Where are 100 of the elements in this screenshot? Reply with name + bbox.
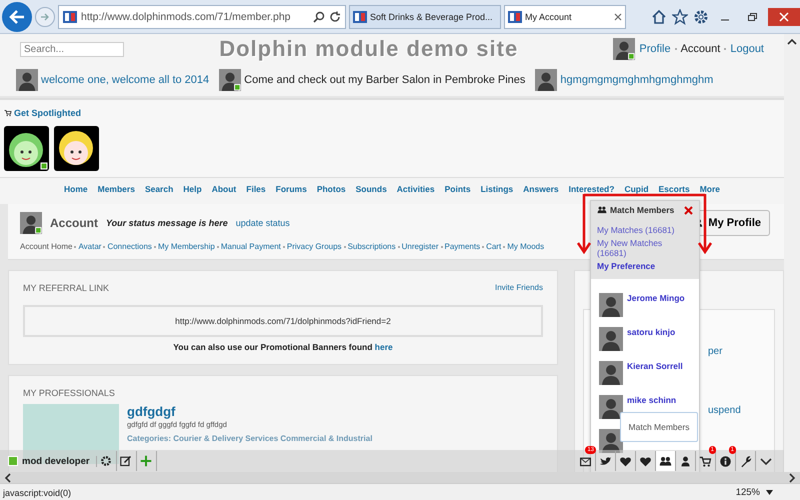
scroll-left-icon[interactable] (4, 472, 12, 482)
back-button[interactable] (2, 2, 32, 32)
header-link[interactable]: Logout (730, 43, 764, 55)
scroll-up-icon[interactable] (787, 38, 797, 46)
account-menu-link[interactable]: Account Home (20, 242, 72, 251)
nav-link[interactable]: Points (444, 184, 471, 194)
nav-link[interactable]: Members (98, 184, 135, 194)
invite-friends-link[interactable]: Invite Friends (494, 283, 543, 293)
nav-link[interactable]: Listings (480, 184, 514, 194)
get-spotlighted-link[interactable]: Get Spotlighted (4, 108, 81, 118)
update-status-link[interactable]: update status (236, 218, 290, 228)
tooltip: Match Members (620, 412, 698, 442)
star-icon[interactable] (672, 8, 688, 24)
nav-link[interactable]: Activities (396, 184, 435, 194)
nav-link[interactable]: Help (183, 184, 202, 194)
status-text: javascript:void(0) (3, 488, 72, 498)
header-link[interactable]: Profile (639, 43, 671, 55)
info-icon (719, 454, 732, 468)
browser-tab[interactable]: Soft Drinks & Beverage Prod... (349, 4, 501, 28)
professional-name[interactable]: gdfgdgf (127, 404, 372, 419)
match-link[interactable]: My Preference (597, 261, 693, 271)
nav-link[interactable]: Escorts (658, 184, 690, 194)
nav-link[interactable]: Photos (316, 184, 346, 194)
feed-post-text[interactable]: welcome one, welcome all to 2014 (41, 74, 210, 86)
heart-icon (619, 454, 632, 468)
account-menu-link[interactable]: Payments (444, 242, 480, 251)
member-name-link[interactable]: Jerome Mingo (627, 293, 685, 303)
settings-icon[interactable] (693, 8, 709, 24)
cartoon-avatar-icon[interactable] (4, 126, 49, 171)
heart-icon (639, 454, 652, 468)
nav-link[interactable]: Sounds (356, 184, 387, 194)
card-title: MY REFERRAL LINK (23, 283, 110, 293)
scroll-right-icon[interactable] (788, 472, 796, 482)
avatar-icon (599, 361, 623, 385)
account-menu-link[interactable]: Manual Payment (220, 242, 281, 251)
card-title: MY PROFESSIONALS (23, 388, 115, 398)
close-icon[interactable] (614, 12, 622, 20)
account-menu-link[interactable]: Cart (486, 242, 502, 251)
side-panel-link[interactable]: per (708, 346, 774, 357)
search-field[interactable]: Search... (20, 42, 124, 56)
close-button[interactable] (684, 206, 693, 214)
nav-link[interactable]: Home (64, 184, 88, 194)
account-menu-link[interactable]: Privacy Groups (286, 242, 342, 251)
match-link[interactable]: My New Matches (16681) (597, 238, 693, 258)
home-icon[interactable] (651, 8, 667, 24)
nav-link[interactable]: Search (144, 184, 174, 194)
nav-link[interactable]: Cupid (624, 184, 649, 194)
close-button[interactable] (768, 8, 800, 26)
nav-link[interactable]: About (212, 184, 236, 194)
caret-icon[interactable] (766, 490, 773, 495)
avatar-icon (599, 293, 623, 317)
account-menu-link[interactable]: Unregister (402, 242, 438, 251)
address-bar[interactable]: http://www.dolphinmods.com/71/member.php (58, 4, 346, 28)
gear-icon (100, 455, 112, 467)
down-arrow (576, 194, 592, 254)
toolbar-username[interactable]: mod developer (22, 456, 90, 466)
feed-post-text: Come and check out my Barber Salon in Pembroke Pines (244, 74, 526, 86)
nav-link[interactable]: More (700, 184, 720, 194)
page-icon (63, 10, 77, 22)
here-link[interactable]: here (374, 342, 393, 352)
page-icon (353, 10, 367, 22)
referral-url-field[interactable]: http://www.dolphinmods.com/71/dolphinmods?idFriend=2 (23, 305, 543, 337)
arrow-left-icon (9, 10, 25, 24)
page-icon (508, 10, 522, 22)
cart-icon (4, 109, 12, 117)
mail-icon (579, 454, 592, 468)
edit-icon (120, 455, 132, 467)
browser-tab[interactable]: My Account (504, 4, 626, 28)
nav-link[interactable]: Files (246, 184, 266, 194)
member-name-link[interactable]: satoru kinjo (627, 327, 676, 337)
wrench-icon (739, 454, 752, 468)
account-menu-link[interactable]: My Moods (507, 242, 544, 251)
nav-link[interactable]: Forums (276, 184, 307, 194)
user-avatar-icon (20, 212, 42, 234)
group-button[interactable] (656, 451, 676, 471)
restore-icon[interactable] (747, 12, 757, 22)
status-message: Your status message is here (106, 218, 228, 228)
user-avatar-icon (613, 38, 636, 60)
side-panel-link[interactable]: uspend (708, 405, 774, 416)
nav-link[interactable]: Answers (523, 184, 559, 194)
account-menu-link[interactable]: Connections (107, 242, 152, 251)
refresh-icon[interactable] (329, 10, 341, 22)
zoom-level[interactable]: 125% (736, 487, 760, 498)
popup-title: Match Members (610, 205, 674, 215)
banner-note: You can also use our Promotional Banners found here (172, 342, 394, 352)
member-name-link[interactable]: mike schinn (627, 395, 676, 405)
account-menu-link[interactable]: My Membership (158, 242, 215, 251)
search-icon[interactable] (313, 10, 325, 22)
group-icon (659, 454, 672, 468)
account-menu-link[interactable]: Subscriptions (348, 242, 396, 251)
close-icon (684, 206, 693, 214)
nav-link[interactable]: Interested? (568, 184, 614, 194)
avatar-icon (599, 395, 623, 419)
header-link[interactable]: Account (680, 43, 720, 55)
cartoon-avatar-icon[interactable] (54, 126, 99, 171)
feed-post-text[interactable]: hgmgmgmgmghmhgmghmghm (560, 74, 714, 86)
avatar-icon (599, 429, 623, 453)
group-icon (597, 205, 607, 215)
member-name-link[interactable]: Kieran Sorrell (627, 361, 683, 371)
account-menu-link[interactable]: Avatar (78, 242, 102, 251)
